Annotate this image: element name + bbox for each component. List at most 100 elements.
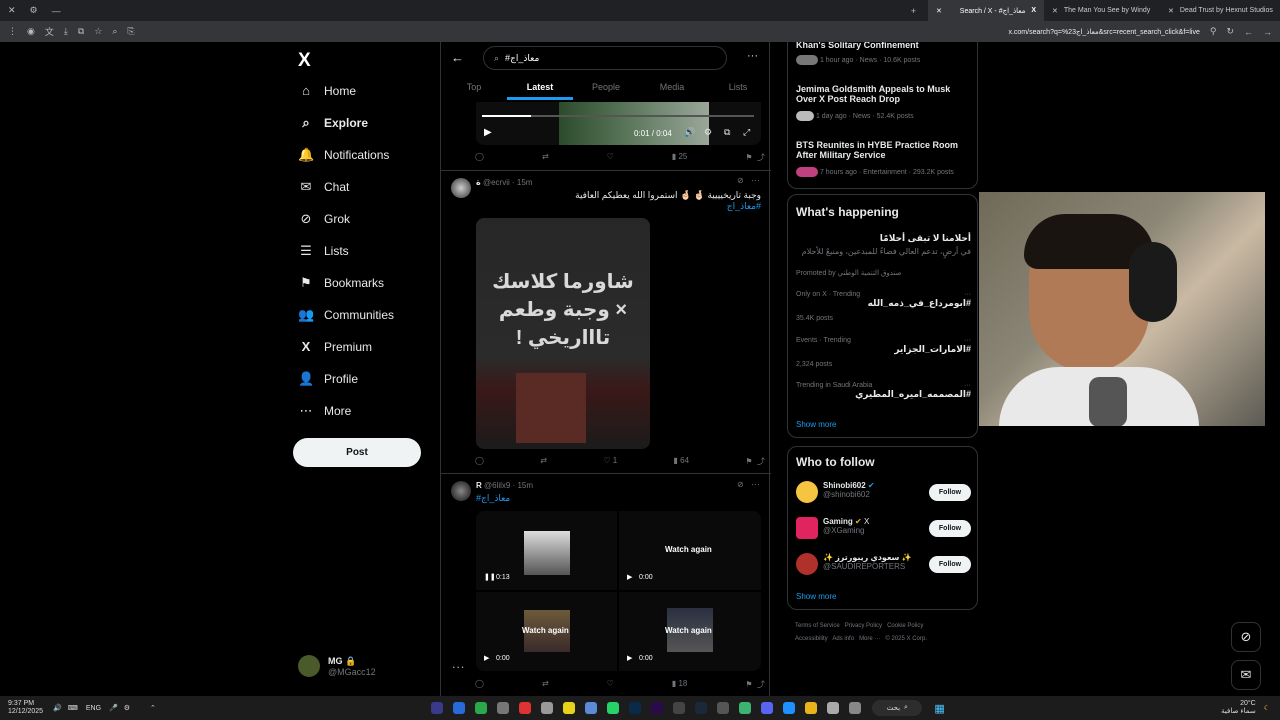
video-tile-4[interactable]: Watch again ▶ 0:00 <box>619 592 761 671</box>
app-icon[interactable] <box>453 702 466 714</box>
show-more-link[interactable]: Show more <box>796 420 836 429</box>
new-tab-icon[interactable]: + <box>911 6 916 16</box>
retweet-icon[interactable]: ⇄ <box>542 679 549 690</box>
tab-people[interactable]: People <box>573 78 639 100</box>
trend-item[interactable]: Events · Trending ··· #الامارات_الجزاير 2… <box>796 337 971 368</box>
hashtag-link[interactable]: #معاذ_اج <box>727 201 761 211</box>
nav-item-lists[interactable]: ☰ Lists <box>298 243 349 259</box>
nav-item-notifications[interactable]: 🔔 Notifications <box>298 147 389 163</box>
tab-top[interactable]: Top <box>441 78 507 100</box>
bookmark-icon[interactable]: ⚑ <box>745 680 752 689</box>
translate-icon[interactable]: 文 <box>45 25 54 38</box>
tweet-image[interactable]: شاورما كلاسك × وجبة وطعم تاااريخي ! <box>476 218 650 449</box>
views-count[interactable]: ▮ 18 <box>672 679 688 690</box>
tray-chevron-icon[interactable]: ⌃ <box>150 704 156 712</box>
footer-link[interactable]: Ads info <box>832 636 854 642</box>
forward-icon[interactable]: → <box>1263 27 1272 37</box>
app-icon[interactable] <box>673 702 686 714</box>
author-handle[interactable]: @ecrvii · 15m <box>483 178 532 187</box>
tweet-more-icon[interactable]: ··· <box>751 175 760 185</box>
taskbar-search[interactable]: بحث ⌕ <box>872 700 923 716</box>
weather-widget[interactable]: 20°C سماء صافية <box>1221 700 1256 716</box>
footer-link[interactable]: Terms of Service <box>795 623 840 629</box>
promoted-trend[interactable]: أحلامنا لا تبقى أحلامًا في أرضٍ، تدعم ال… <box>796 233 971 256</box>
extensions-icon[interactable]: ⧉ <box>78 26 84 37</box>
pause-icon[interactable]: ❚❚ <box>484 573 496 581</box>
avatar[interactable] <box>451 178 471 198</box>
mic-icon[interactable]: 🎤 <box>109 704 118 712</box>
play-icon[interactable]: ▶ <box>484 654 489 662</box>
x-logo-icon[interactable]: X <box>298 50 311 72</box>
follow-button[interactable]: Follow <box>929 484 971 501</box>
clock[interactable]: 9:37 PM 12/12/2025 <box>8 700 43 716</box>
minimize-icon[interactable]: — <box>52 6 61 16</box>
nav-item-explore[interactable]: ⌕ Explore <box>298 115 368 131</box>
premiere-icon[interactable] <box>651 702 664 714</box>
views-count[interactable]: ▮ 64 <box>674 456 690 467</box>
tweet-more-icon[interactable]: ··· <box>751 479 760 489</box>
nav-item-grok[interactable]: ⊘ Grok <box>298 211 350 227</box>
profile-icon[interactable]: ◉ <box>27 26 35 37</box>
app-icon[interactable] <box>739 702 752 714</box>
like-button[interactable]: ♡ 1 <box>603 456 617 467</box>
close-tab-icon[interactable]: ✕ <box>1168 7 1174 15</box>
app-icon[interactable] <box>827 702 840 714</box>
tab-lists[interactable]: Lists <box>705 78 771 100</box>
play-icon[interactable]: ▶ <box>484 127 492 138</box>
reply-icon[interactable]: ◯ <box>475 152 484 163</box>
follow-suggestion[interactable]: Shinobi602 ✔ @shinobi602 Follow <box>796 479 971 507</box>
app-icon[interactable] <box>431 702 444 714</box>
video-tile-3[interactable]: Watch again ▶ 0:00 <box>476 592 617 671</box>
language-indicator[interactable]: ENG <box>86 705 101 712</box>
app-icon[interactable] <box>585 702 598 714</box>
share-icon[interactable]: ⤴ <box>757 153 765 162</box>
nav-item-bookmarks[interactable]: ⚑ Bookmarks <box>298 275 384 291</box>
search-options-icon[interactable]: ··· <box>747 50 758 62</box>
search-input[interactable]: ⌕ #معاذ_اج <box>483 46 727 70</box>
play-icon[interactable]: ▶ <box>627 654 632 662</box>
reply-icon[interactable]: ◯ <box>475 679 484 690</box>
footer-link[interactable]: Privacy Policy <box>845 623 882 629</box>
close-tab-icon[interactable]: ✕ <box>936 7 942 15</box>
trend-more-icon[interactable]: ··· <box>964 291 971 298</box>
network-icon[interactable]: ⌨ <box>68 704 78 712</box>
tab-latest[interactable]: Latest <box>507 78 573 100</box>
grok-icon[interactable]: ⊘ <box>737 480 744 489</box>
avatar[interactable] <box>451 481 471 501</box>
close-tab-icon[interactable]: ✕ <box>1052 7 1058 15</box>
post-button[interactable]: Post <box>293 438 421 467</box>
fullscreen-icon[interactable]: ⤢ <box>743 127 750 138</box>
whatsapp-icon[interactable] <box>607 702 620 714</box>
app-icon[interactable] <box>497 702 510 714</box>
site-settings-icon[interactable]: ⚲ <box>1210 26 1217 37</box>
views-count[interactable]: ▮ 25 <box>672 152 688 163</box>
bookmark-star-icon[interactable]: ☆ <box>94 26 102 37</box>
tray-icon[interactable]: ⚙ <box>124 704 130 712</box>
bookmark-icon[interactable]: ⚑ <box>745 457 752 466</box>
trend-item[interactable]: Trending in Saudi Arabia ··· #المصممه_امي… <box>796 382 971 400</box>
nav-item-premium[interactable]: X Premium <box>298 339 372 354</box>
author-handle[interactable]: @6lilx9 · 15m <box>484 481 533 490</box>
app-icon[interactable] <box>717 702 730 714</box>
hashtag-link[interactable]: #معاذ_اج <box>476 493 510 503</box>
folder-icon[interactable] <box>805 702 818 714</box>
back-icon[interactable]: ← <box>1244 27 1253 37</box>
edge-icon[interactable] <box>783 702 796 714</box>
trend-item[interactable]: Only on X · Trending ··· #ابومرداع_في_ذمه… <box>796 291 971 322</box>
author-name[interactable]: ة <box>476 178 481 187</box>
share-icon[interactable]: ⎘ <box>127 26 134 37</box>
footer-link[interactable]: Accessibility <box>795 636 828 642</box>
download-icon[interactable]: ⤓ <box>64 26 68 37</box>
volume-icon[interactable]: 🔊 <box>53 704 62 712</box>
app-icon[interactable] <box>475 702 488 714</box>
windows-start-icon[interactable]: ▦ <box>934 702 944 715</box>
share-icon[interactable]: ⤴ <box>757 680 765 689</box>
follow-suggestion[interactable]: ✨ سعودي ريبورترز ✨ @SAUDIREPORTERS Follow <box>796 551 971 579</box>
url-field[interactable]: x.com/search?q=%23معاذ_اج&src=recent_sea… <box>1008 28 1199 36</box>
app-icon[interactable] <box>519 702 532 714</box>
zoom-icon[interactable]: ⌕ <box>112 26 117 37</box>
video-tile-1[interactable]: ❚❚ 0:13 <box>476 511 617 590</box>
footer-link[interactable]: More ··· <box>859 636 880 642</box>
volume-icon[interactable]: 🔊 <box>684 127 695 138</box>
tab-media[interactable]: Media <box>639 78 705 100</box>
